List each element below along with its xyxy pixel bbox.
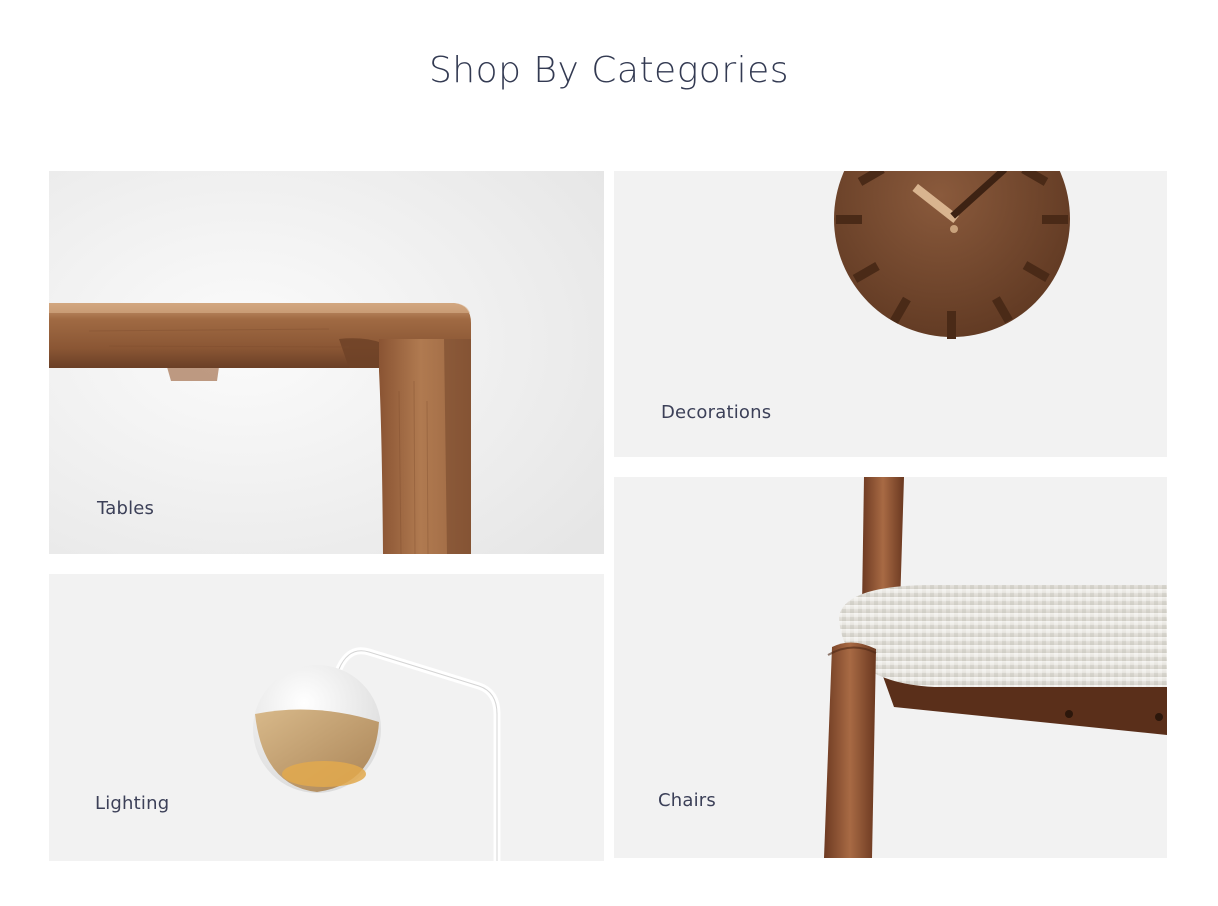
category-label-tables: Tables xyxy=(97,498,155,519)
category-tile-lighting[interactable]: Lighting xyxy=(49,574,604,861)
lighting-image xyxy=(49,574,604,861)
category-label-decorations: Decorations xyxy=(661,402,772,423)
category-tile-decorations[interactable]: Decorations xyxy=(614,171,1167,457)
category-tile-chairs[interactable]: Chairs xyxy=(614,477,1167,858)
category-label-lighting: Lighting xyxy=(95,793,170,814)
category-label-chairs: Chairs xyxy=(658,790,716,811)
category-tile-tables[interactable]: Tables xyxy=(49,171,604,554)
section-title: Shop By Categories xyxy=(428,50,790,91)
tables-image xyxy=(49,171,604,554)
